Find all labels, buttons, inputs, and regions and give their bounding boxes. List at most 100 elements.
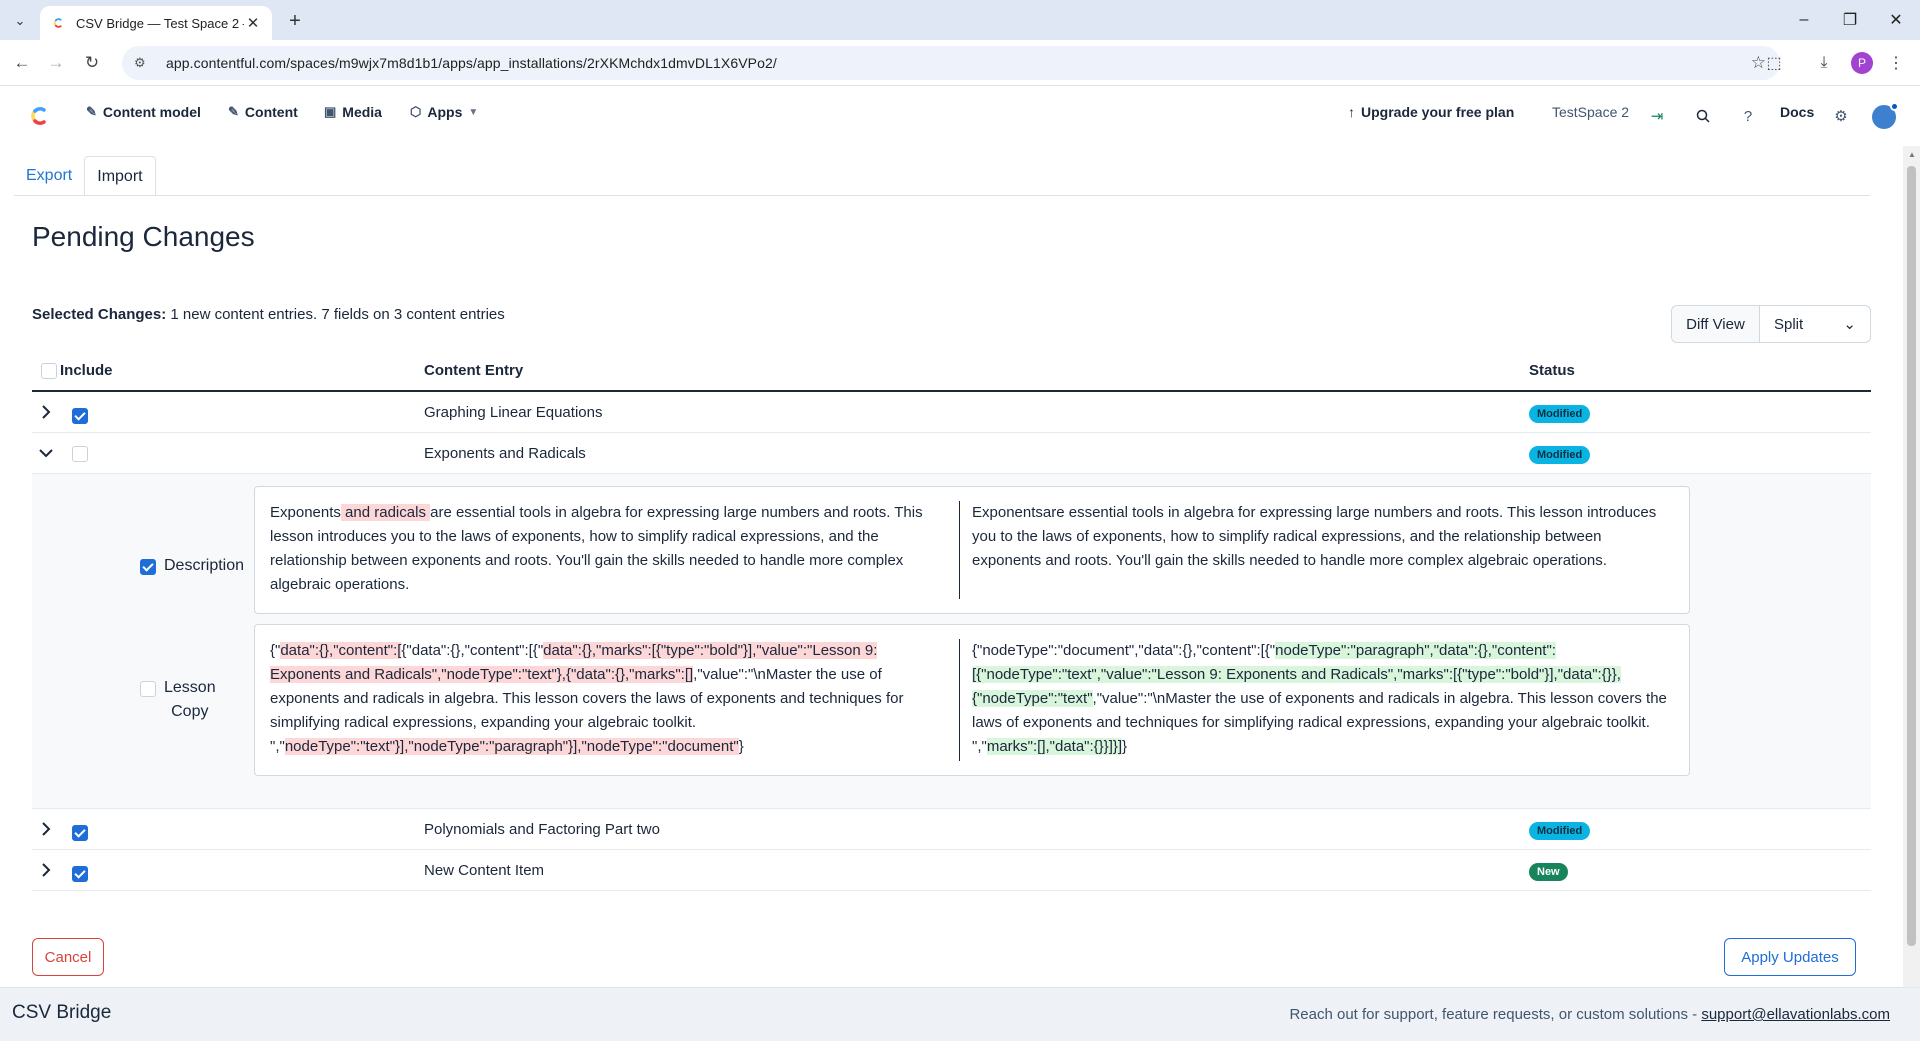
description-old: Exponents and radicals are essential too… <box>270 501 938 597</box>
puzzle-icon: ⬡ <box>410 104 422 119</box>
app-area: Export Import Pending Changes Selected C… <box>0 146 1903 1041</box>
tab-search-icon[interactable]: ⌄ <box>8 9 32 33</box>
entry-name: Exponents and Radicals <box>424 445 586 462</box>
space-name[interactable]: TestSpace 2 <box>1552 104 1629 120</box>
chevron-right-icon[interactable] <box>36 819 56 839</box>
entry-name: New Content Item <box>424 862 545 879</box>
upgrade-link[interactable]: ↑ Upgrade your free plan <box>1348 104 1514 120</box>
url-text: app.contentful.com/spaces/m9wjx7m8d1b1/a… <box>166 55 777 71</box>
chevron-down-icon: ▼ <box>468 106 479 118</box>
image-icon: ▣ <box>324 104 337 119</box>
lesson-copy-old-segment: {"data":{},"content":[{" <box>401 642 544 659</box>
chevron-right-icon[interactable] <box>36 402 56 422</box>
scrollbar[interactable]: ▲ <box>1903 146 1920 987</box>
minimize-icon[interactable]: – <box>1788 8 1820 32</box>
footer-support: Reach out for support, feature requests,… <box>1289 1006 1890 1023</box>
apply-updates-button[interactable]: Apply Updates <box>1724 938 1856 976</box>
cancel-button[interactable]: Cancel <box>32 938 104 976</box>
field-lesson-copy-checkbox[interactable] <box>140 681 156 697</box>
include-checkbox[interactable] <box>72 822 88 841</box>
nav-content-label: Content <box>244 104 298 120</box>
lesson-copy-old-segment: } <box>738 738 744 755</box>
tab-export[interactable]: Export <box>14 156 84 196</box>
browser-tab-title: CSV Bridge — Test Space 2 — C <box>76 15 244 31</box>
nav-content-model[interactable]: ✎ Content model <box>86 104 201 120</box>
environment-icon[interactable]: ⇥ <box>1646 105 1668 127</box>
user-avatar[interactable] <box>1872 102 1899 129</box>
status-badge: New <box>1529 862 1568 881</box>
field-description: Description <box>140 557 244 575</box>
help-icon[interactable]: ? <box>1737 105 1759 127</box>
upgrade-label: Upgrade your free plan <box>1361 104 1515 120</box>
menu-dots-icon[interactable]: ⋮ <box>1884 51 1908 75</box>
selected-changes-summary: Selected Changes: 1 new content entries.… <box>32 306 505 323</box>
nav-apps[interactable]: ⬡ Apps ▼ <box>410 104 478 120</box>
contentful-header: ✎ Content model ✎ Content ▣ Media ⬡ Apps ▼ ↑ U… <box>0 86 1920 146</box>
description-old-removed: and radicals <box>340 504 431 521</box>
chevron-down-icon[interactable] <box>36 443 56 463</box>
notification-dot <box>1890 102 1899 111</box>
select-all-checkbox[interactable] <box>41 362 57 379</box>
table-row[interactable]: Exponents and Radicals Modified <box>32 433 1871 474</box>
browser-tab[interactable]: CSV Bridge — Test Space 2 — C ✕ <box>40 6 272 40</box>
scroll-up-icon[interactable]: ▲ <box>1908 150 1916 159</box>
table-row[interactable]: Polynomials and Factoring Part two Modif… <box>32 809 1871 850</box>
nav-content[interactable]: ✎ Content <box>228 104 298 120</box>
footer-brand: CSV Bridge <box>12 1002 112 1023</box>
status-badge: Modified <box>1529 445 1591 464</box>
docs-link[interactable]: Docs <box>1780 104 1814 120</box>
description-diff: Exponents and radicals are essential too… <box>254 486 1690 614</box>
site-info-icon[interactable]: ⚙ <box>134 55 154 71</box>
diff-view-value: Split <box>1774 315 1804 333</box>
nav-content-model-label: Content model <box>102 104 201 120</box>
back-icon[interactable]: ← <box>8 49 36 77</box>
description-old-pre: Exponents <box>270 504 341 521</box>
diff-view-select[interactable]: Diff View Split ⌄ <box>1671 305 1871 343</box>
expanded-field-diffs: Description Exponents and radicals are e… <box>32 474 1871 809</box>
diff-separator <box>959 639 960 761</box>
lesson-copy-old-segment: {" <box>270 642 281 659</box>
extensions-icon[interactable]: ⬚ <box>1762 51 1786 75</box>
browser-toolbar: ← → ↻ ⚙ app.contentful.com/spaces/m9wjx7… <box>0 40 1920 86</box>
app-tabs: Export Import <box>14 156 156 196</box>
address-bar[interactable]: ⚙ app.contentful.com/spaces/m9wjx7m8d1b1… <box>122 46 1780 80</box>
status-badge: Modified <box>1529 821 1591 840</box>
header-status: Status <box>1529 362 1575 379</box>
new-tab-icon[interactable]: + <box>282 8 308 34</box>
entry-name: Polynomials and Factoring Part two <box>424 821 660 838</box>
lesson-copy-new: {"nodeType":"document","data":{},"conten… <box>972 639 1672 759</box>
nav-media-label: Media <box>342 104 382 120</box>
gear-icon[interactable]: ⚙ <box>1830 105 1852 127</box>
diff-view-dropdown[interactable]: Split ⌄ <box>1760 306 1870 342</box>
contentful-logo-icon[interactable] <box>26 103 52 129</box>
scrollbar-thumb[interactable] <box>1907 166 1916 946</box>
profile-avatar[interactable]: P <box>1851 52 1873 74</box>
support-text: Reach out for support, feature requests,… <box>1289 1006 1698 1023</box>
table-row[interactable]: New Content Item New <box>32 850 1871 891</box>
support-email-link[interactable]: support@ellavationlabs.com <box>1701 1006 1890 1023</box>
search-icon[interactable] <box>1692 105 1714 127</box>
download-icon[interactable]: ⤓ <box>1812 51 1836 75</box>
window-close-icon[interactable]: ✕ <box>1880 8 1912 32</box>
diff-separator <box>959 501 960 599</box>
tabs-divider <box>14 195 1870 196</box>
field-lesson-copy: Lesson Copy <box>140 679 216 724</box>
include-checkbox[interactable] <box>72 863 88 882</box>
lesson-copy-old-changed-segment: nodeType":"text"}],"nodeType":"paragraph… <box>284 738 739 755</box>
field-description-checkbox[interactable] <box>140 559 156 575</box>
reload-icon[interactable]: ↻ <box>78 49 106 77</box>
lesson-copy-new-segment: } <box>1122 738 1128 755</box>
tab-import[interactable]: Import <box>84 156 156 196</box>
nav-media[interactable]: ▣ Media <box>324 104 382 120</box>
include-checkbox[interactable] <box>72 446 88 466</box>
restore-icon[interactable]: ❐ <box>1834 8 1866 32</box>
table-row[interactable]: Graphing Linear Equations Modified <box>32 392 1871 433</box>
forward-icon[interactable]: → <box>42 49 70 77</box>
pen-icon: ✎ <box>86 104 97 119</box>
selected-changes-text: 1 new content entries. 7 fields on 3 con… <box>170 306 505 323</box>
include-checkbox[interactable] <box>72 405 88 424</box>
description-new: Exponentsare essential tools in algebra … <box>972 504 1657 569</box>
chevron-right-icon[interactable] <box>36 860 56 880</box>
field-description-label: Description <box>164 557 245 574</box>
close-tab-icon[interactable]: ✕ <box>244 14 262 32</box>
